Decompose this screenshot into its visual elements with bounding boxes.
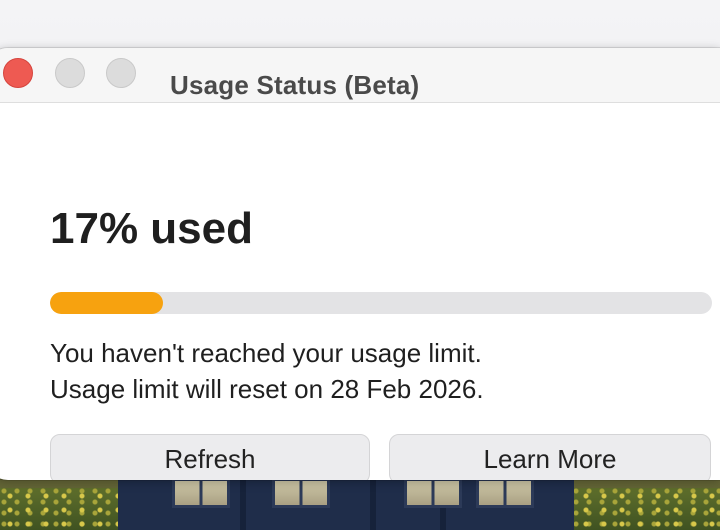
wallpaper-box-window — [172, 478, 230, 508]
wallpaper-box-window — [272, 478, 330, 508]
usage-percent-heading: 17% used — [50, 204, 253, 253]
usage-progress-bar — [50, 292, 712, 314]
usage-status-window: Usage Status (Beta) 17% used You haven't… — [0, 48, 720, 480]
wallpaper-box-window — [476, 478, 534, 508]
window-title: Usage Status (Beta) — [170, 70, 420, 100]
usage-status-message: You haven't reached your usage limit. — [50, 338, 482, 368]
usage-content: 17% used You haven't reached your usage … — [50, 102, 720, 480]
minimize-window-button[interactable] — [55, 58, 85, 88]
close-window-button[interactable] — [3, 58, 33, 88]
zoom-window-button[interactable] — [106, 58, 136, 88]
refresh-button[interactable]: Refresh — [50, 434, 370, 480]
title-bar[interactable]: Usage Status (Beta) — [0, 48, 720, 103]
wallpaper-box-window — [404, 478, 462, 508]
learn-more-button[interactable]: Learn More — [389, 434, 711, 480]
usage-reset-message: Usage limit will reset on 28 Feb 2026. — [50, 374, 484, 404]
usage-progress-fill — [50, 292, 163, 314]
